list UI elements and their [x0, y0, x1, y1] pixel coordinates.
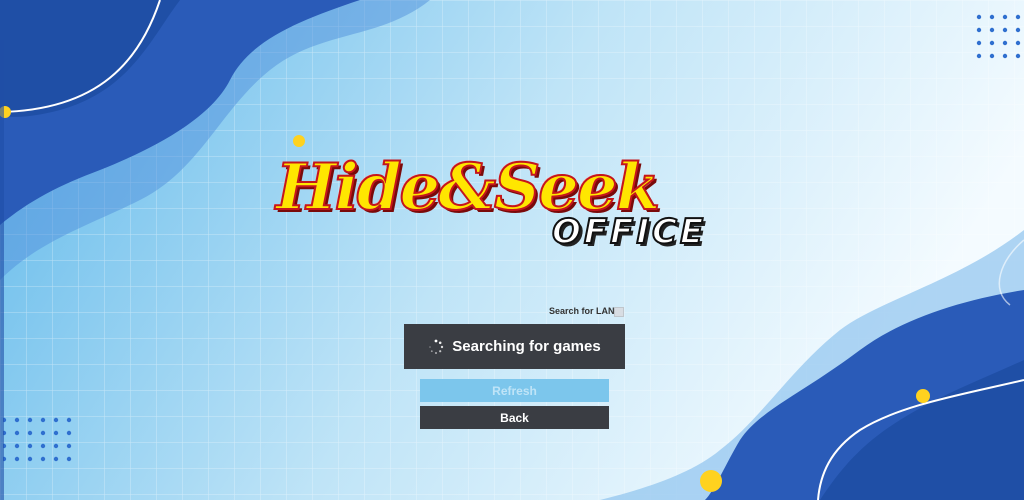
game-logo: Hide&Seek OFFICE — [270, 149, 760, 260]
refresh-button[interactable]: Refresh — [420, 379, 609, 402]
search-status-panel: Searching for games — [404, 324, 625, 369]
loading-spinner-icon — [429, 339, 444, 354]
back-button[interactable]: Back — [420, 406, 609, 429]
search-lan-checkbox[interactable] — [614, 307, 624, 317]
search-lan-label: Search for LAN — [549, 306, 615, 316]
logo-subtitle: OFFICE — [551, 211, 707, 253]
search-status-text: Searching for games — [452, 338, 601, 355]
